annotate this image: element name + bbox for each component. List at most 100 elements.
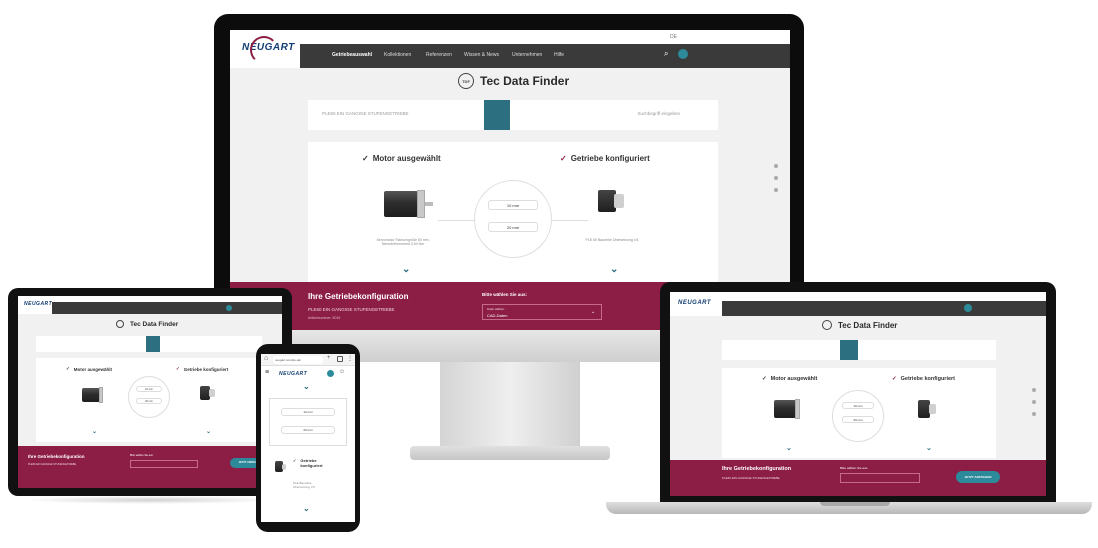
- desktop-gear-heading-text: Getriebe konfiguriert: [570, 154, 650, 163]
- phone-user-icon[interactable]: ☺: [339, 369, 345, 375]
- desktop-nav-kollektionen[interactable]: Kollektionen: [384, 52, 411, 58]
- phone-tabs-icon[interactable]: [337, 356, 343, 362]
- desktop-side-nav[interactable]: [774, 164, 778, 192]
- desktop-gear-image: [598, 186, 626, 216]
- desktop-nav-getriebeauswahl[interactable]: Getriebeauswahl: [332, 52, 372, 58]
- tablet-nav-avatar[interactable]: [226, 305, 232, 311]
- desktop-page-title-row: TDF Tec Data Finder: [458, 73, 569, 89]
- laptop-gear-heading-text: Getriebe konfiguriert: [900, 376, 956, 382]
- desktop-search-icon[interactable]: ⌕: [664, 49, 668, 59]
- phone-logo[interactable]: NEUGART: [279, 371, 307, 377]
- tablet-config-select[interactable]: [130, 460, 198, 468]
- tablet-center-circle: [128, 376, 170, 418]
- phone-value-card: [269, 398, 347, 446]
- desktop-search-button[interactable]: [484, 100, 510, 130]
- desktop-search-left[interactable]: PLE60 EIN GANGIGE STUFENGETRIEBE: [322, 111, 409, 116]
- desktop-nav-wissen[interactable]: Wissen & News: [464, 52, 499, 58]
- desktop-gear-desc: PLE 60 Baureihe Übersetzung i=5: [585, 238, 639, 242]
- tablet-gear-heading: ✓ Getriebe konfiguriert: [176, 366, 228, 372]
- desktop-search-right[interactable]: Suchbegriff eingeben: [638, 111, 680, 116]
- laptop-motor-heading-text: Motor ausgewählt: [770, 376, 818, 382]
- laptop-page-title: Tec Data Finder: [838, 320, 898, 330]
- phone-bottom-chevron-icon[interactable]: ⌄: [303, 504, 310, 513]
- tablet-logo[interactable]: NEUGART: [24, 301, 52, 307]
- tablet-search-button[interactable]: [146, 336, 160, 352]
- desktop-center-circle: [474, 180, 552, 258]
- phone-screen: ⌂ neugart.com/de-de/ + ⋮ ≡ NEUGART ☺ ⌄ 1…: [261, 354, 355, 522]
- tablet-motor-image: [82, 386, 108, 404]
- tablet-config-title: Ihre Getriebekonfiguration: [28, 454, 85, 459]
- phone-menu-icon[interactable]: ⋮: [347, 355, 353, 362]
- desktop-motor-chevron-icon[interactable]: ⌄: [402, 264, 410, 275]
- laptop-gear-chevron-icon[interactable]: ⌄: [926, 444, 932, 452]
- desktop-logo-swoosh-icon: [250, 36, 278, 64]
- phone-add-tab-icon[interactable]: +: [327, 355, 331, 361]
- laptop-config-select[interactable]: [840, 473, 920, 483]
- phone-value-top[interactable]: 10 mm: [281, 408, 335, 416]
- laptop-config-bar: Ihre Getriebekonfiguration PLE60 EIN GAN…: [670, 460, 1046, 496]
- desktop-search-bar: PLE60 EIN GANGIGE STUFENGETRIEBE Suchbeg…: [308, 100, 718, 130]
- desktop-user-avatar[interactable]: [678, 49, 688, 59]
- desktop-config-select[interactable]: Datei wählen CAD-Daten ⌄: [482, 304, 602, 320]
- laptop-config-title: Ihre Getriebekonfiguration: [722, 466, 792, 472]
- desktop-gear-chevron-icon[interactable]: ⌄: [610, 264, 618, 275]
- desktop-nav-bar: [300, 44, 790, 68]
- laptop-header: NEUGART: [670, 292, 1046, 316]
- phone-avatar[interactable]: [327, 370, 334, 377]
- desktop-value-bottom[interactable]: 20 mm: [488, 222, 538, 232]
- laptop-tdf-icon: [822, 320, 832, 330]
- phone-home-icon[interactable]: ⌂: [264, 355, 268, 362]
- laptop-screen: NEUGART Tec Data Finder ✓ Motor ausgewäh…: [670, 292, 1046, 496]
- tablet-check-red-icon: ✓: [176, 366, 180, 371]
- tablet-motor-chevron-icon[interactable]: ⌄: [92, 428, 97, 435]
- tablet-check-icon: ✓: [66, 366, 70, 371]
- tablet-config-sub: PLE60 EIN GANGIGE STUFENGETRIEBE: [28, 463, 77, 466]
- desktop-value-top[interactable]: 10 mm: [488, 200, 538, 210]
- laptop-check-icon: ✓: [762, 376, 767, 382]
- tablet-selection-card: ✓ Motor ausgewählt ✓ Getriebe konfigurie…: [36, 358, 262, 442]
- phone-top-chevron-icon[interactable]: ⌄: [303, 382, 310, 391]
- phone-browser-bar: ⌂ neugart.com/de-de/ + ⋮: [261, 354, 355, 366]
- desktop-check-icon: ✓: [362, 154, 369, 163]
- desktop-selection-card: ✓ Motor ausgewählt ✓ Getriebe konfigurie…: [308, 142, 718, 282]
- laptop-search-button[interactable]: [840, 340, 858, 360]
- desktop-nav-unternehmen[interactable]: Unternehmen: [512, 52, 542, 58]
- desktop-motor-image: [384, 188, 434, 220]
- desktop-nav-referenzen[interactable]: Referenzen: [426, 52, 452, 58]
- desktop-stand-base: [410, 446, 610, 460]
- tablet-value-bottom[interactable]: 20 mm: [136, 398, 162, 404]
- tablet-header: NEUGART: [18, 296, 282, 314]
- tablet-tdf-icon: [116, 320, 124, 328]
- desktop-stand: [440, 362, 580, 450]
- laptop-logo[interactable]: NEUGART: [678, 300, 711, 306]
- tablet-motor-heading-text: Motor ausgewählt: [73, 366, 113, 372]
- laptop-request-button[interactable]: JETZT ANFRAGEN: [956, 471, 1000, 483]
- desktop-header: NEUGART Getriebeauswahl Kollektionen Ref…: [230, 30, 790, 68]
- tablet-nav-bar: [52, 302, 282, 314]
- tablet-gear-heading-text: Getriebe konfiguriert: [183, 366, 229, 372]
- desktop-nav-hilfe[interactable]: Hilfe: [554, 52, 564, 58]
- laptop-nav-avatar[interactable]: [964, 304, 972, 312]
- phone-url[interactable]: neugart.com/de-de/: [273, 356, 323, 364]
- desktop-select-chevron-icon: ⌄: [591, 309, 596, 315]
- laptop-side-nav[interactable]: [1032, 388, 1036, 416]
- laptop-value-bottom[interactable]: 20 mm: [842, 416, 874, 423]
- tablet-page-title-row: Tec Data Finder: [116, 320, 178, 328]
- laptop-motor-heading: ✓ Motor ausgewählt: [762, 376, 817, 382]
- desktop-gear-heading: ✓ Getriebe konfiguriert: [560, 154, 650, 163]
- phone-value-bottom[interactable]: 20 mm: [281, 426, 335, 434]
- phone-header: ≡ NEUGART ☺: [261, 366, 355, 382]
- laptop-motor-chevron-icon[interactable]: ⌄: [786, 444, 792, 452]
- phone-gear-heading: ✓ Getriebe konfiguriert: [293, 458, 333, 468]
- phone-hamburger-icon[interactable]: ≡: [265, 369, 269, 376]
- tablet-motor-heading: ✓ Motor ausgewählt: [66, 366, 112, 372]
- tablet-page-title: Tec Data Finder: [130, 320, 179, 328]
- laptop-value-top[interactable]: 10 mm: [842, 402, 874, 409]
- tablet-config-bar: Ihre Getriebekonfiguration PLE60 EIN GAN…: [18, 446, 282, 488]
- laptop-check-red-icon: ✓: [892, 376, 897, 382]
- tablet-gear-chevron-icon[interactable]: ⌄: [206, 428, 211, 435]
- tablet-shadow: [22, 496, 278, 504]
- laptop-page-title-row: Tec Data Finder: [822, 320, 897, 330]
- desktop-lang-switch[interactable]: DE: [670, 34, 677, 40]
- tablet-value-top[interactable]: 10 mm: [136, 386, 162, 392]
